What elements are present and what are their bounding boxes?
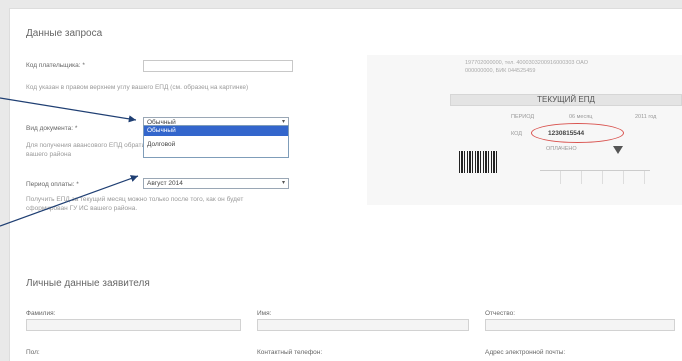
doc-type-label: Вид документа: * bbox=[26, 125, 78, 132]
last-name-label: Фамилия: bbox=[26, 310, 56, 317]
last-name-input[interactable] bbox=[26, 319, 241, 331]
payer-code-note: Код указан в правом верхнем углу вашего … bbox=[26, 84, 249, 91]
preview-cells bbox=[540, 170, 650, 184]
preview-code-label: КОД bbox=[511, 131, 523, 137]
middle-name-input[interactable] bbox=[485, 319, 675, 331]
preview-period-year: 2011 год bbox=[635, 114, 657, 120]
payer-code-label: Код плательщика: * bbox=[26, 62, 85, 69]
payer-code-input[interactable] bbox=[143, 60, 293, 72]
first-name-input[interactable] bbox=[257, 319, 469, 331]
period-note: Получить ЕПД за текущий месяц можно толь… bbox=[26, 196, 244, 212]
chevron-down-icon: ▾ bbox=[281, 180, 285, 186]
preview-line-1: 197702000000, тел. 4000303200916000303 О… bbox=[465, 60, 588, 66]
preview-line-2: 000000000, БИК 044525459 bbox=[465, 68, 536, 74]
triangle-marker-icon bbox=[613, 146, 623, 154]
doc-type-option[interactable]: Обычный bbox=[144, 126, 288, 136]
doc-type-option[interactable]: Долговой bbox=[144, 140, 288, 150]
preview-period-label: ПЕРИОД bbox=[511, 114, 535, 120]
applicant-section-title: Личные данные заявителя bbox=[26, 278, 150, 289]
phone-label: Контактный телефон: bbox=[257, 349, 323, 356]
first-name-label: Имя: bbox=[257, 310, 272, 317]
period-select[interactable]: Август 2014 ▾ bbox=[143, 178, 289, 189]
middle-name-label: Отчество: bbox=[485, 310, 516, 317]
preview-period-month: 06 месяц bbox=[569, 114, 593, 120]
preview-title: ТЕКУЩИЙ ЕПД bbox=[450, 94, 682, 106]
period-selected-value: Август 2014 bbox=[147, 180, 183, 187]
period-label: Период оплаты: * bbox=[26, 181, 79, 188]
preview-extra-label: ОПЛАЧЕНО bbox=[546, 146, 577, 152]
doc-type-dropdown[interactable]: Обычный Долговой bbox=[143, 125, 289, 158]
barcode-icon bbox=[459, 151, 499, 173]
gender-label: Пол: bbox=[26, 349, 40, 356]
email-label: Адрес электронной почты: bbox=[485, 349, 566, 356]
request-section-title: Данные запроса bbox=[26, 28, 103, 39]
preview-code-value: 1230815544 bbox=[548, 130, 585, 137]
